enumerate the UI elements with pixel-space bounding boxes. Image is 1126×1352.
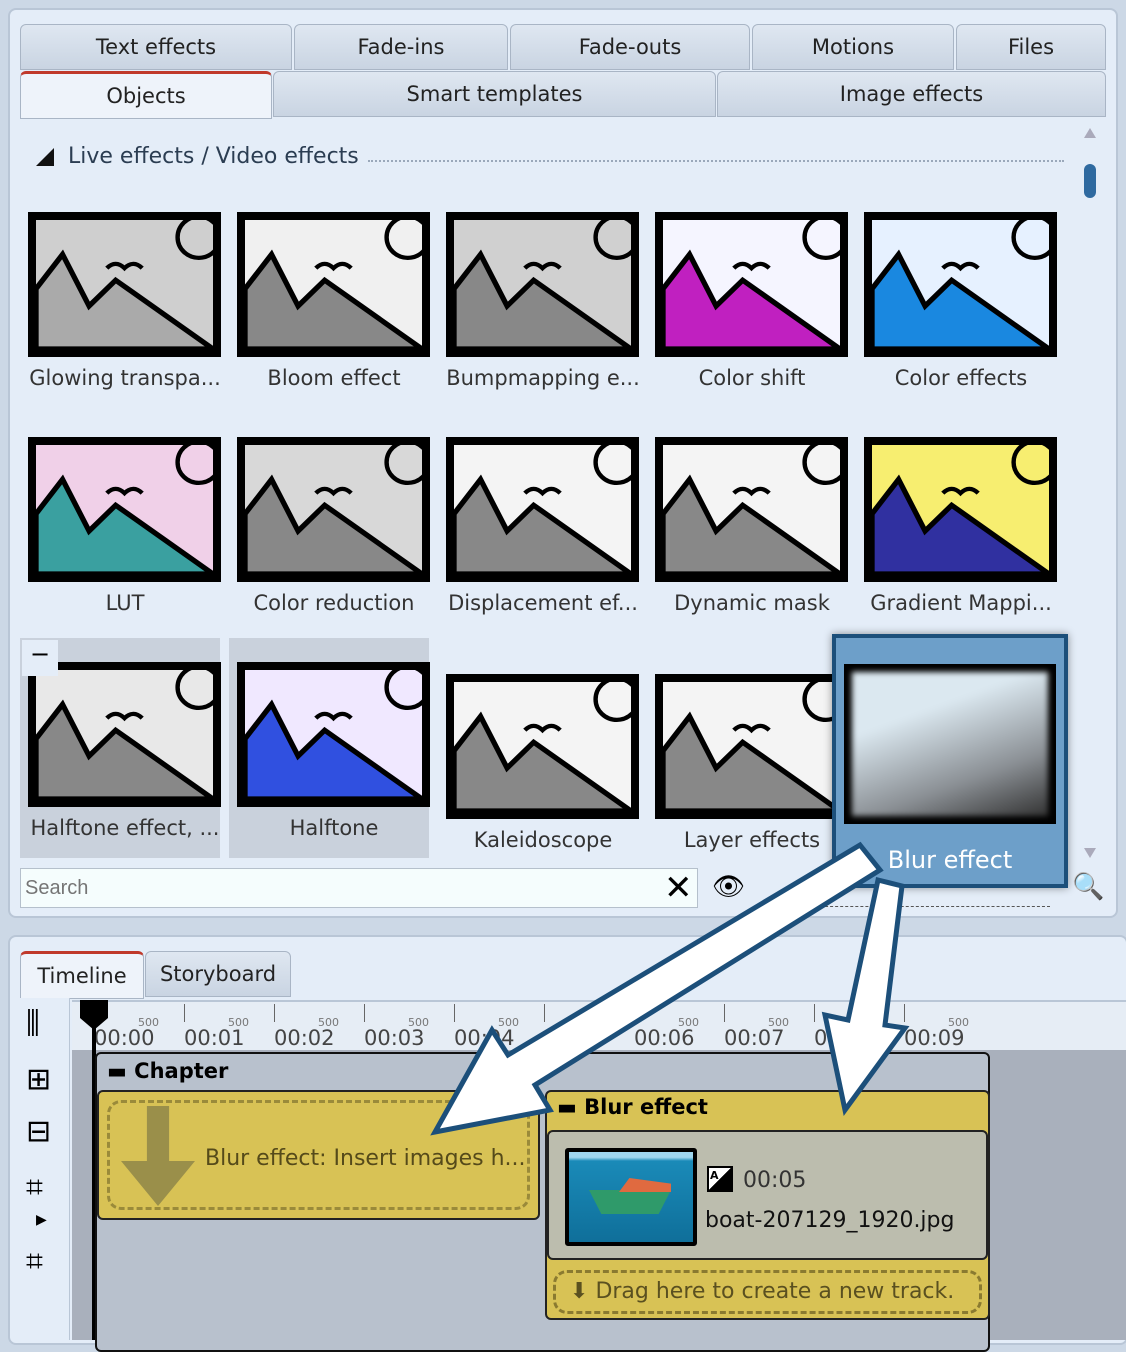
- arrow-left: [430, 841, 884, 1136]
- arrow-down: [821, 876, 910, 1116]
- instruction-arrows: [430, 841, 910, 1136]
